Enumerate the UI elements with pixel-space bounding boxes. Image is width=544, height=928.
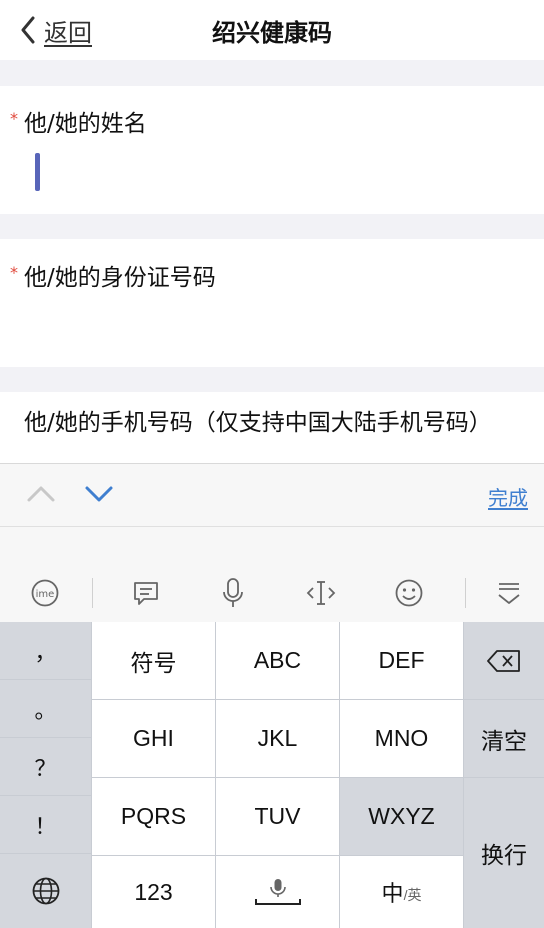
- keyboard-accessory-bar: 完成: [0, 463, 544, 526]
- key-def[interactable]: DEF: [340, 622, 463, 699]
- language-sub-label: /英: [403, 887, 422, 903]
- toolbar-divider: [465, 578, 466, 608]
- keyboard-toolbar: ime: [0, 564, 544, 622]
- name-label: 他/她的姓名: [24, 111, 147, 137]
- space-key[interactable]: [216, 856, 339, 928]
- emoji-icon[interactable]: [392, 576, 426, 610]
- key-period[interactable]: 。: [0, 680, 91, 737]
- key-jkl[interactable]: JKL: [216, 700, 339, 777]
- clear-key[interactable]: 清空: [464, 700, 544, 777]
- key-abc[interactable]: ABC: [216, 622, 339, 699]
- ime-icon[interactable]: ime: [28, 576, 62, 610]
- globe-key[interactable]: [0, 854, 91, 928]
- id-number-field[interactable]: * 他/她的身份证号码: [0, 239, 544, 367]
- key-question[interactable]: ？: [0, 738, 91, 795]
- key-comma[interactable]: ，: [0, 622, 91, 679]
- globe-icon: [32, 877, 59, 905]
- text-cursor: [35, 153, 40, 191]
- chevron-down-icon[interactable]: [84, 484, 114, 504]
- hide-keyboard-icon[interactable]: [492, 576, 526, 610]
- required-mark: *: [10, 109, 18, 128]
- candidate-bar: [0, 526, 544, 564]
- enter-key[interactable]: 换行: [464, 778, 544, 928]
- microphone-icon[interactable]: [216, 576, 250, 610]
- name-field[interactable]: * 他/她的姓名: [0, 86, 544, 214]
- language-switch-key[interactable]: 中/英: [340, 856, 463, 928]
- toolbar-divider: [92, 578, 93, 608]
- key-pqrs[interactable]: PQRS: [92, 778, 215, 855]
- chevron-up-icon[interactable]: [26, 484, 56, 504]
- navigation-bar: 返回 绍兴健康码: [0, 0, 544, 60]
- language-main-label: 中: [381, 881, 404, 906]
- key-tuv[interactable]: TUV: [216, 778, 339, 855]
- message-icon[interactable]: [129, 576, 163, 610]
- key-symbols[interactable]: 符号: [92, 622, 215, 699]
- keyboard: ， 。 ？ ！ 符号 ABC DEF GHI JKL MNO 清空 PQRS T…: [0, 622, 544, 928]
- phone-label: 他/她的手机号码（仅支持中国大陆手机号码）: [24, 410, 492, 436]
- page-title: 绍兴健康码: [212, 19, 332, 47]
- delete-icon: [487, 649, 520, 672]
- svg-text:ime: ime: [36, 589, 55, 600]
- required-mark: *: [10, 263, 18, 282]
- key-mno[interactable]: MNO: [340, 700, 463, 777]
- delete-key[interactable]: [464, 622, 544, 699]
- key-ghi[interactable]: GHI: [92, 700, 215, 777]
- text-cursor-icon[interactable]: [304, 576, 338, 610]
- microphone-icon: [254, 879, 301, 905]
- id-number-label: 他/她的身份证号码: [24, 265, 216, 291]
- key-123[interactable]: 123: [92, 856, 215, 928]
- key-wxyz[interactable]: WXYZ: [340, 778, 463, 855]
- key-exclamation[interactable]: ！: [0, 796, 91, 853]
- done-button[interactable]: 完成: [488, 482, 528, 511]
